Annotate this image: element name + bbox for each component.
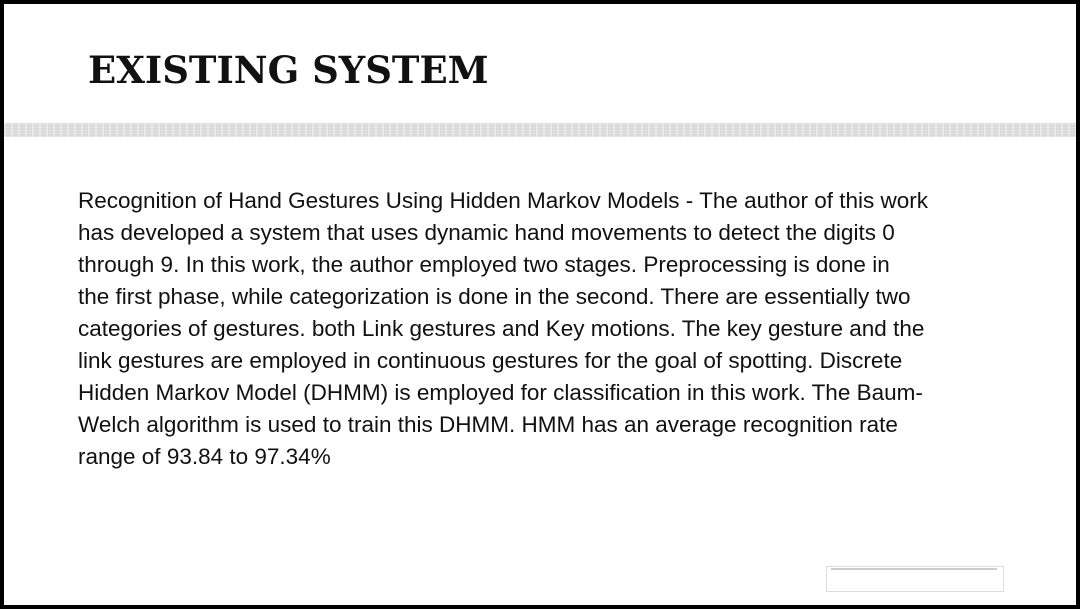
- slide-body-text: Recognition of Hand Gestures Using Hidde…: [78, 188, 928, 469]
- footer-placeholder: [826, 566, 1004, 592]
- decorative-band: [4, 123, 1076, 137]
- footer-placeholder-line: [831, 568, 997, 570]
- slide-title: EXISTING SYSTEM: [88, 48, 489, 92]
- slide: EXISTING SYSTEM Recognition of Hand Gest…: [4, 4, 1076, 605]
